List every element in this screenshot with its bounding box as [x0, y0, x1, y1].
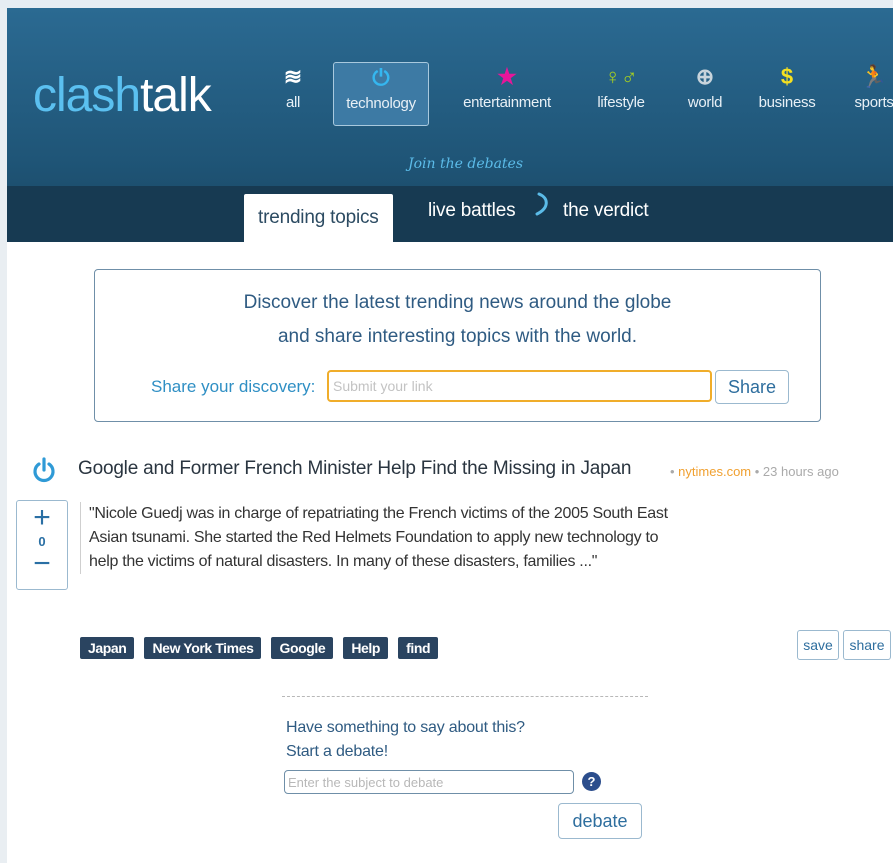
- page-left-edge: [0, 8, 7, 863]
- tab-live-battles[interactable]: live battles: [428, 200, 516, 222]
- tab-bar: trending topics live battles the verdict: [7, 186, 893, 242]
- tag-google[interactable]: Google: [271, 637, 334, 659]
- dollar-icon: $: [780, 64, 794, 89]
- power-icon: ⏻: [372, 65, 390, 90]
- vote-widget: + 0 −: [16, 500, 68, 590]
- save-button[interactable]: save: [797, 630, 839, 660]
- downvote-button[interactable]: −: [17, 549, 67, 579]
- meta-separator: •: [751, 464, 763, 479]
- power-icon: [33, 457, 55, 483]
- submit-link-input[interactable]: [327, 370, 712, 402]
- tag-japan[interactable]: Japan: [80, 637, 135, 659]
- tag-help[interactable]: Help: [343, 637, 389, 659]
- meta-separator: •: [670, 464, 679, 479]
- share-article-button[interactable]: share: [843, 630, 891, 660]
- category-technology[interactable]: ⏻ technology: [333, 62, 429, 126]
- article-source[interactable]: nytimes.com: [678, 464, 751, 479]
- share-discovery-label: Share your discovery:: [151, 377, 316, 396]
- category-lifestyle[interactable]: ♀♂ lifestyle: [589, 62, 653, 126]
- category-entertainment[interactable]: ★ entertainment: [451, 62, 563, 126]
- category-business[interactable]: $ business: [751, 62, 823, 126]
- category-sports[interactable]: 🏃 sports: [845, 62, 893, 126]
- tab-the-verdict[interactable]: the verdict: [563, 200, 649, 222]
- section-divider: [282, 696, 648, 697]
- article-excerpt: "Nicole Guedj was in charge of repatriat…: [80, 502, 680, 574]
- article-meta: • nytimes.com • 23 hours ago: [670, 464, 839, 479]
- debate-button[interactable]: debate: [558, 803, 642, 839]
- article-time: 23 hours ago: [762, 464, 839, 479]
- swoosh-arrow-icon: [535, 192, 548, 216]
- help-icon[interactable]: ?: [582, 772, 601, 791]
- tag-new-york-times[interactable]: New York Times: [144, 637, 262, 659]
- debate-prompt: Have something to say about this? Start …: [286, 719, 525, 760]
- site-logo[interactable]: clashtalk: [33, 68, 212, 124]
- globe-icon: ⊕: [695, 64, 715, 89]
- tagline: Join the debates: [408, 156, 524, 172]
- discover-heading-line1: Discover the latest trending news around…: [243, 292, 672, 313]
- runner-icon: 🏃: [860, 64, 888, 89]
- article-title[interactable]: Google and Former French Minister Help F…: [78, 458, 631, 480]
- upvote-button[interactable]: +: [17, 503, 67, 533]
- tag-list: Japan New York Times Google Help find: [80, 637, 448, 659]
- tab-trending-topics[interactable]: trending topics: [244, 194, 393, 242]
- category-world[interactable]: ⊕ world: [679, 62, 731, 126]
- star-icon: ★: [497, 64, 517, 89]
- debate-subject-input[interactable]: [284, 770, 574, 794]
- discover-heading-line2: and share interesting topics with the wo…: [277, 326, 638, 347]
- category-all[interactable]: ≋ all: [273, 62, 313, 126]
- discover-panel: Discover the latest trending news around…: [94, 269, 821, 422]
- recycle-icon: ≋: [283, 64, 303, 89]
- people-icon: ♀♂: [604, 64, 638, 89]
- tag-find[interactable]: find: [398, 637, 439, 659]
- browser-top-strip: [0, 0, 893, 8]
- share-link-button[interactable]: Share: [715, 370, 789, 404]
